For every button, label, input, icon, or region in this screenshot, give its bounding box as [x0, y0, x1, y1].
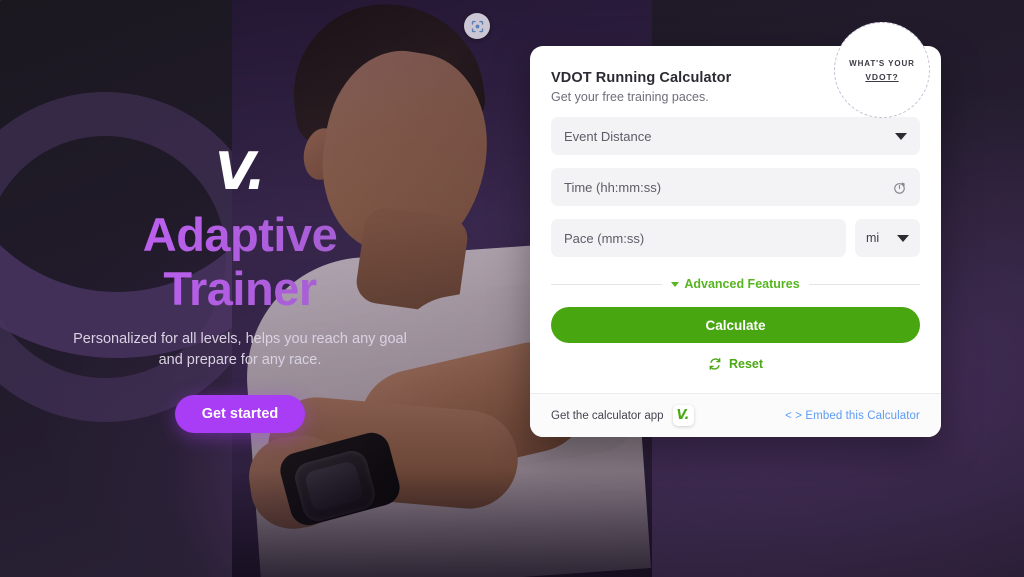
- refresh-icon: [709, 358, 721, 370]
- advanced-features-label-wrap: Advanced Features: [671, 277, 800, 291]
- chevron-down-icon: [671, 281, 680, 287]
- vdot-badge-line-1: WHAT'S YOUR: [849, 58, 915, 68]
- page-title-line-2: Trainer: [163, 261, 317, 315]
- brand-logo: V.: [215, 142, 266, 202]
- calculate-button[interactable]: Calculate: [551, 307, 920, 343]
- card-footer: Get the calculator app V. < > Embed this…: [530, 393, 941, 437]
- reset-label: Reset: [728, 357, 764, 371]
- vdot-badge-line-2: VDOT?: [865, 71, 899, 82]
- divider-right: [808, 283, 921, 285]
- reset-button[interactable]: Reset: [551, 357, 920, 371]
- app-promo-label: Get the calculator app: [551, 409, 664, 422]
- time-placeholder: Time (hh:mm:ss): [564, 179, 662, 195]
- time-input[interactable]: Time (hh:mm:ss): [551, 168, 920, 206]
- hero-subtext: Personalized for all levels, helps you r…: [73, 331, 407, 369]
- get-started-button[interactable]: Get started: [175, 395, 305, 434]
- embed-code-icon: < >: [785, 409, 803, 422]
- pace-row: Pace (mm:ss) mi: [551, 219, 920, 257]
- page-title: Adaptive Trainer: [28, 208, 452, 315]
- focus-target-glyph: [471, 20, 483, 32]
- whats-your-vdot-badge[interactable]: WHAT'S YOUR VDOT?: [834, 22, 930, 118]
- event-distance-select[interactable]: Event Distance: [551, 117, 920, 155]
- stopwatch-icon[interactable]: [892, 180, 907, 195]
- embed-calculator-link[interactable]: < > Embed this Calculator: [785, 410, 920, 422]
- pace-input[interactable]: Pace (mm:ss): [551, 219, 846, 257]
- page-stage: V. Adaptive Trainer Personalized for all…: [0, 0, 1024, 577]
- embed-calculator-label: Embed this Calculator: [805, 409, 920, 422]
- advanced-features-label: Advanced Features: [684, 277, 800, 291]
- page-title-line-1: Adaptive: [142, 208, 338, 261]
- chevron-down-icon: [897, 234, 909, 242]
- unit-select[interactable]: mi: [855, 219, 920, 257]
- focus-target-icon[interactable]: [464, 13, 490, 39]
- pace-placeholder: Pace (mm:ss): [564, 230, 645, 246]
- app-promo[interactable]: Get the calculator app V.: [551, 405, 694, 426]
- stopwatch-glyph: [894, 182, 905, 194]
- unit-value: mi: [866, 231, 880, 245]
- app-logo-icon[interactable]: V.: [672, 405, 694, 426]
- hero-section: V. Adaptive Trainer Personalized for all…: [28, 142, 452, 434]
- advanced-features-toggle[interactable]: Advanced Features: [551, 277, 921, 291]
- event-distance-placeholder: Event Distance: [564, 128, 652, 144]
- divider-left: [551, 283, 663, 285]
- chevron-down-icon: [895, 132, 907, 140]
